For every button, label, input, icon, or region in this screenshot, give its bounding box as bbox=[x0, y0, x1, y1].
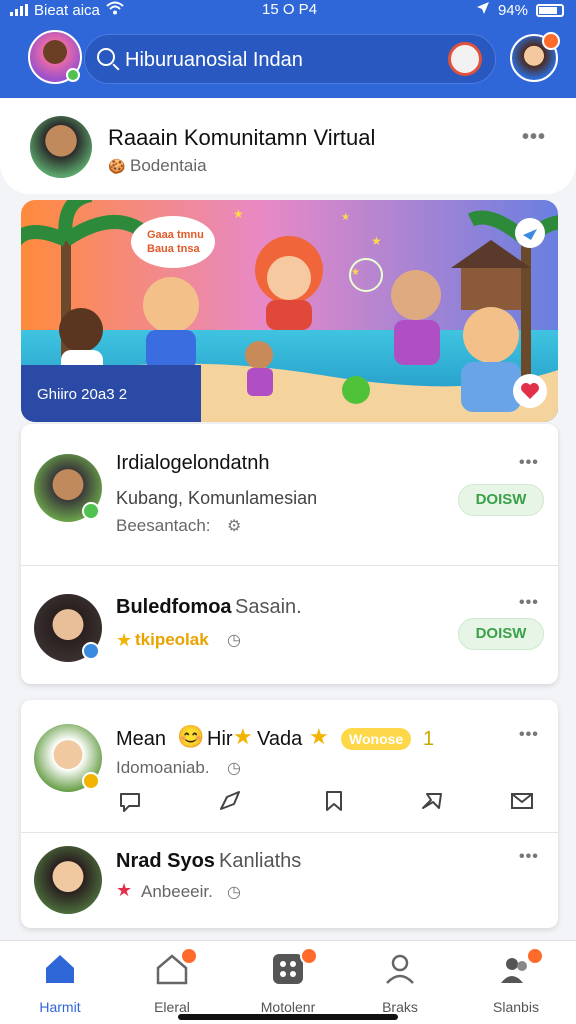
notification-badge bbox=[542, 32, 560, 50]
divider bbox=[21, 565, 558, 566]
notification-badge bbox=[526, 947, 544, 965]
user-avatar[interactable] bbox=[28, 30, 82, 84]
post-meta: Idomoaniab. bbox=[116, 758, 210, 777]
star-icon: ★ bbox=[309, 724, 329, 749]
home-icon bbox=[46, 955, 74, 983]
community-header: Raaain Komunitamn Virtual 🍪 Bodentaia ••… bbox=[0, 98, 576, 194]
follow-button[interactable]: DOISW bbox=[458, 618, 544, 650]
community-title: Raaain Komunitamn Virtual bbox=[108, 125, 376, 150]
mail-icon[interactable] bbox=[509, 788, 535, 814]
post-author-name: Nrad Syos bbox=[116, 850, 215, 872]
posts-card: Mean 😊 Hir ★ Vada ★ Wonose 1 Idomoaniab.… bbox=[21, 700, 558, 928]
person-tag: tkipeolak bbox=[135, 630, 209, 649]
post-author-name-end: Vada bbox=[257, 728, 303, 750]
person-location: Kubang, Komunlamesian bbox=[116, 488, 318, 508]
post-author-avatar[interactable] bbox=[34, 724, 102, 792]
profile-avatar[interactable] bbox=[510, 32, 560, 82]
person-mini-icon: ⚙ bbox=[227, 518, 242, 535]
post-author-name-suffix: Kanliaths bbox=[219, 850, 302, 872]
community-subtitle: Bodentaia bbox=[130, 156, 207, 175]
bookmark-icon[interactable] bbox=[321, 788, 347, 814]
profile-icon bbox=[386, 954, 414, 984]
gold-badge bbox=[82, 772, 100, 790]
signal-icon bbox=[10, 4, 28, 16]
person-name: Irdialogelondatnh bbox=[116, 452, 270, 474]
banner-caption: Ghiiro 20a3 2 bbox=[37, 386, 127, 403]
post-author-name: Mean bbox=[116, 728, 167, 750]
like-heart-icon[interactable] bbox=[513, 374, 547, 408]
nav-item-motolenr[interactable]: Motolenr bbox=[238, 947, 338, 1015]
cookie-icon: 🍪 bbox=[108, 158, 126, 174]
person-name: Buledfomoa bbox=[116, 596, 232, 618]
verified-badge bbox=[82, 502, 100, 520]
post-author-name-mid: Hir bbox=[207, 728, 233, 750]
community-avatar[interactable] bbox=[30, 116, 92, 178]
person-avatar[interactable] bbox=[34, 594, 102, 662]
carrier-name: Bieat aica bbox=[34, 1, 100, 19]
nav-label: Braks bbox=[382, 999, 418, 1015]
bottom-navigation: Harmit Eleral Motolenr Braks Slanbis bbox=[0, 940, 576, 1024]
featured-banner[interactable]: Gaaa tmnu Baua tnsa ★ ★ ★ ★ Ghiiro 20a3 … bbox=[21, 200, 558, 422]
nav-label: Eleral bbox=[154, 999, 190, 1015]
emoji-icon: 😊 bbox=[177, 724, 205, 749]
post-count: 1 bbox=[423, 728, 435, 750]
nav-label: Harmit bbox=[39, 999, 81, 1015]
svg-text:★: ★ bbox=[371, 234, 382, 248]
more-options-icon[interactable]: ••• bbox=[519, 594, 539, 612]
star-icon: ★ bbox=[116, 630, 133, 650]
person-name-suffix: Sasain. bbox=[235, 596, 302, 618]
share-icon[interactable] bbox=[515, 218, 545, 248]
comment-icon[interactable] bbox=[117, 788, 143, 814]
post-tag-badge: Wonose bbox=[341, 728, 412, 750]
search-icon bbox=[97, 48, 115, 66]
speech-line1: Gaaa tmnu bbox=[147, 229, 204, 241]
nav-item-braks[interactable]: Braks bbox=[350, 951, 450, 1015]
online-indicator bbox=[66, 68, 80, 82]
clock-icon: ◷ bbox=[227, 760, 241, 777]
app-header: Bieat aica 15 O P4 94% Hiburuanosial Ind… bbox=[0, 0, 576, 98]
nav-label: Slanbis bbox=[493, 999, 539, 1015]
search-input[interactable]: Hiburuanosial Indan bbox=[125, 49, 303, 72]
nav-item-slanbis[interactable]: Slanbis bbox=[466, 947, 566, 1015]
person-avatar[interactable] bbox=[34, 454, 102, 522]
clock-icon: ◷ bbox=[227, 884, 241, 901]
battery-percent: 94% bbox=[497, 1, 528, 19]
banner-illustration: Gaaa tmnu Baua tnsa ★ ★ ★ ★ Ghiiro 20a3 … bbox=[21, 200, 558, 422]
clock: 15 O P4 bbox=[262, 1, 318, 18]
post-meta: Anbeeeir. bbox=[141, 882, 213, 901]
location-icon bbox=[476, 1, 490, 19]
follow-button[interactable]: DOISW bbox=[458, 484, 544, 516]
notification-badge bbox=[300, 947, 318, 965]
clock-icon: ◷ bbox=[227, 632, 241, 649]
suggested-people-card: Irdialogelondatnh Kubang, Komunlamesian … bbox=[21, 424, 558, 684]
nav-item-eleral[interactable]: Eleral bbox=[122, 947, 222, 1015]
forward-icon[interactable] bbox=[419, 788, 445, 814]
wifi-icon bbox=[106, 1, 124, 19]
notification-badge bbox=[180, 947, 198, 965]
svg-text:★: ★ bbox=[341, 212, 350, 223]
more-options-icon[interactable]: ••• bbox=[519, 726, 539, 744]
svg-text:★: ★ bbox=[233, 207, 244, 221]
star-icon: ★ bbox=[233, 724, 253, 749]
camera-badge-icon[interactable] bbox=[448, 42, 482, 76]
nav-label: Motolenr bbox=[260, 999, 316, 1015]
person-status: Beesantach: bbox=[116, 516, 211, 535]
divider bbox=[21, 832, 558, 833]
home-indicator[interactable] bbox=[178, 1014, 398, 1020]
nav-item-home[interactable]: Harmit bbox=[10, 951, 110, 1015]
speech-line2: Baua tnsa bbox=[147, 243, 200, 255]
battery-icon bbox=[536, 3, 564, 17]
status-bar: Bieat aica 15 O P4 94% bbox=[0, 0, 576, 22]
star-icon: ★ bbox=[116, 880, 133, 900]
search-bar[interactable]: Hiburuanosial Indan bbox=[84, 34, 496, 84]
more-options-icon[interactable]: ••• bbox=[522, 126, 546, 149]
share-arrow-icon[interactable] bbox=[217, 788, 243, 814]
more-options-icon[interactable]: ••• bbox=[519, 454, 539, 472]
post-author-avatar[interactable] bbox=[34, 846, 102, 914]
more-options-icon[interactable]: ••• bbox=[519, 848, 539, 866]
verified-badge bbox=[82, 642, 100, 660]
